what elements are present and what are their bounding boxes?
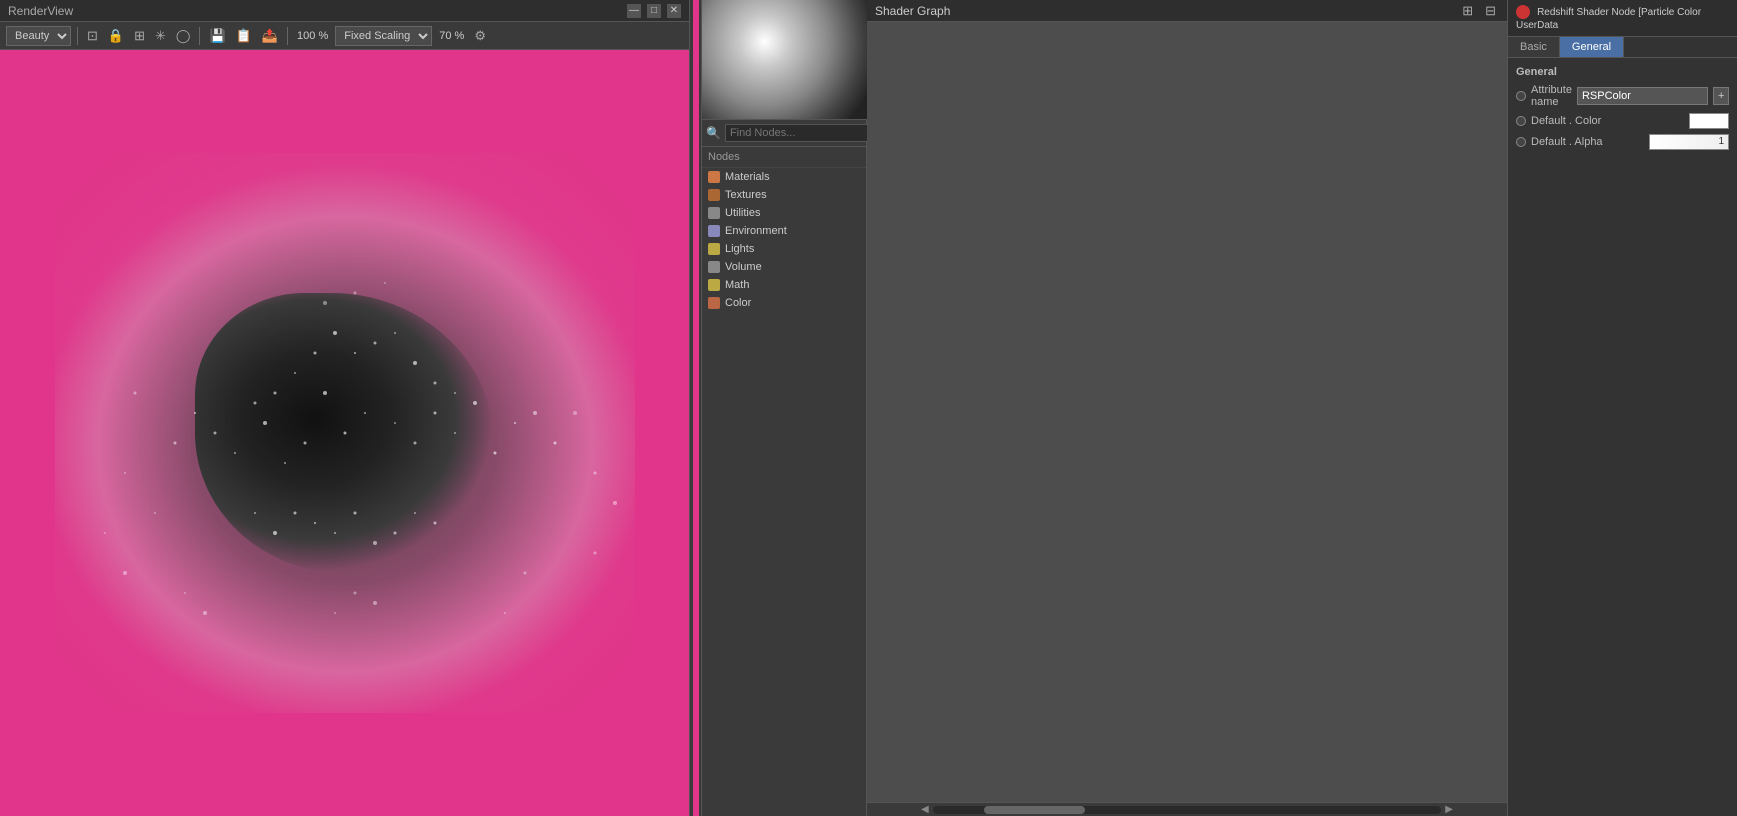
minimize-button[interactable]: — xyxy=(627,4,641,18)
category-color-icon xyxy=(708,207,720,219)
quality-label: 70 % xyxy=(439,30,464,42)
side-vertical-bar xyxy=(690,0,702,816)
render-canvas xyxy=(0,50,689,816)
particle-cloud xyxy=(55,153,635,713)
crop-icon[interactable]: ⊡ xyxy=(84,25,101,47)
category-color-icon xyxy=(708,171,720,183)
render-mode-select[interactable]: Beauty xyxy=(6,26,71,46)
scroll-left-arrow[interactable]: ◀ xyxy=(917,804,933,815)
tab-basic[interactable]: Basic xyxy=(1508,37,1560,57)
circle-icon[interactable]: ◯ xyxy=(173,25,194,47)
category-color-icon xyxy=(708,189,720,201)
shader-graph-title: Shader Graph xyxy=(875,4,950,18)
category-color-icon xyxy=(708,297,720,309)
properties-panel: Redshift Shader Node [Particle Color Use… xyxy=(1507,0,1737,816)
properties-section-label: General xyxy=(1516,66,1729,78)
shader-graph-area: 🔍 Nodes Materials Textures Utilities Enviro… xyxy=(702,0,1737,816)
category-label: Volume xyxy=(725,261,762,273)
properties-tabs[interactable]: Basic General xyxy=(1508,37,1737,58)
render-view-panel: RenderView — □ ✕ Beauty ⊡ 🔒 ⊞ ✳ ◯ 💾 📋 📤 … xyxy=(0,0,690,816)
pink-vertical-bar xyxy=(693,0,699,816)
category-color-icon xyxy=(708,261,720,273)
category-label: Color xyxy=(725,297,751,309)
scroll-right-arrow[interactable]: ▶ xyxy=(1441,804,1457,815)
grid-icon[interactable]: ⊞ xyxy=(131,25,148,47)
find-nodes-input[interactable] xyxy=(725,124,877,142)
default-alpha-row: Default . Alpha 1 xyxy=(1516,134,1729,150)
default-color-radio[interactable] xyxy=(1516,116,1526,126)
tab-general[interactable]: General xyxy=(1560,37,1624,57)
node-category-environment[interactable]: Environment xyxy=(702,222,866,240)
export-icon[interactable]: 📤 xyxy=(259,25,281,47)
properties-panel-title: Redshift Shader Node [Particle Color Use… xyxy=(1508,0,1737,37)
node-category-volume[interactable]: Volume xyxy=(702,258,866,276)
nodes-section-label: Nodes xyxy=(702,147,866,168)
window-controls[interactable]: — □ ✕ xyxy=(627,4,681,18)
category-color-icon xyxy=(708,279,720,291)
default-alpha-value: 1 xyxy=(1718,136,1724,147)
shader-canvas-container: Shader Graph ⊞ ⊟ Output xyxy=(867,0,1507,816)
horizontal-scrollbar-thumb[interactable] xyxy=(984,806,1086,814)
default-alpha-bar[interactable]: 1 xyxy=(1649,134,1729,150)
category-color-icon xyxy=(708,243,720,255)
default-alpha-radio[interactable] xyxy=(1516,137,1526,147)
category-label: Utilities xyxy=(725,207,760,219)
horizontal-scrollbar-track[interactable] xyxy=(933,806,1442,814)
default-color-swatch[interactable] xyxy=(1689,113,1729,129)
maximize-button[interactable]: □ xyxy=(647,4,661,18)
node-category-utilities[interactable]: Utilities xyxy=(702,204,866,222)
category-label: Materials xyxy=(725,171,770,183)
attribute-name-radio[interactable] xyxy=(1516,91,1526,101)
properties-title-text: Redshift Shader Node [Particle Color Use… xyxy=(1516,7,1701,31)
render-view-titlebar: RenderView — □ ✕ xyxy=(0,0,689,22)
render-view-title: RenderView xyxy=(8,4,73,18)
properties-content: General Attribute name + Default . Color xyxy=(1508,58,1737,816)
shader-graph-expand-icon[interactable]: ⊞ xyxy=(1459,0,1476,22)
default-alpha-label: Default . Alpha xyxy=(1531,136,1644,148)
default-color-label: Default . Color xyxy=(1531,115,1684,127)
node-category-math[interactable]: Math xyxy=(702,276,866,294)
attribute-name-label: Attribute name xyxy=(1531,84,1572,108)
attribute-name-input[interactable] xyxy=(1577,87,1708,105)
node-category-lights[interactable]: Lights xyxy=(702,240,866,258)
settings-icon[interactable]: ⚙ xyxy=(471,25,489,47)
category-label: Lights xyxy=(725,243,754,255)
node-category-list: Materials Textures Utilities Environment Lig… xyxy=(702,168,866,816)
save-icon[interactable]: 💾 xyxy=(206,25,228,47)
lock-icon[interactable]: 🔒 xyxy=(105,25,127,47)
particle-render-image xyxy=(0,50,689,816)
rs-icon xyxy=(1516,5,1530,19)
default-color-row: Default . Color xyxy=(1516,113,1729,129)
render-toolbar: Beauty ⊡ 🔒 ⊞ ✳ ◯ 💾 📋 📤 100 % Fixed Scali… xyxy=(0,22,689,50)
attribute-name-add-button[interactable]: + xyxy=(1713,87,1729,105)
right-side-panel: 🔍 Nodes Materials Textures Utilities Enviro… xyxy=(702,0,1737,816)
find-nodes-bar: 🔍 xyxy=(702,120,866,147)
attribute-name-row: Attribute name + xyxy=(1516,84,1729,108)
saveas-icon[interactable]: 📋 xyxy=(233,25,255,47)
scaling-mode-select[interactable]: Fixed Scaling xyxy=(335,26,432,46)
toolbar-separator-1 xyxy=(77,27,78,45)
zoom-level-label: 100 % xyxy=(297,30,328,42)
node-category-color[interactable]: Color xyxy=(702,294,866,312)
shader-graph-controls[interactable]: ⊞ ⊟ xyxy=(1459,0,1499,22)
node-category-materials[interactable]: Materials xyxy=(702,168,866,186)
toolbar-separator-2 xyxy=(199,27,200,45)
search-icon: 🔍 xyxy=(706,126,721,140)
asterisk-icon[interactable]: ✳ xyxy=(152,25,169,47)
shader-canvas[interactable]: Output Surface RS Material Diffu xyxy=(867,22,1507,802)
category-color-icon xyxy=(708,225,720,237)
toolbar-separator-3 xyxy=(287,27,288,45)
category-label: Environment xyxy=(725,225,787,237)
bottom-scrollbar-area[interactable]: ◀ ▶ xyxy=(867,802,1507,816)
preview-sphere xyxy=(702,0,867,120)
node-category-textures[interactable]: Textures xyxy=(702,186,866,204)
node-browser-panel: 🔍 Nodes Materials Textures Utilities Enviro… xyxy=(702,0,867,816)
shader-graph-header: Shader Graph ⊞ ⊟ xyxy=(867,0,1507,22)
close-button[interactable]: ✕ xyxy=(667,4,681,18)
category-label: Textures xyxy=(725,189,767,201)
connections-svg xyxy=(867,22,1507,802)
shader-graph-collapse-icon[interactable]: ⊟ xyxy=(1482,0,1499,22)
category-label: Math xyxy=(725,279,749,291)
